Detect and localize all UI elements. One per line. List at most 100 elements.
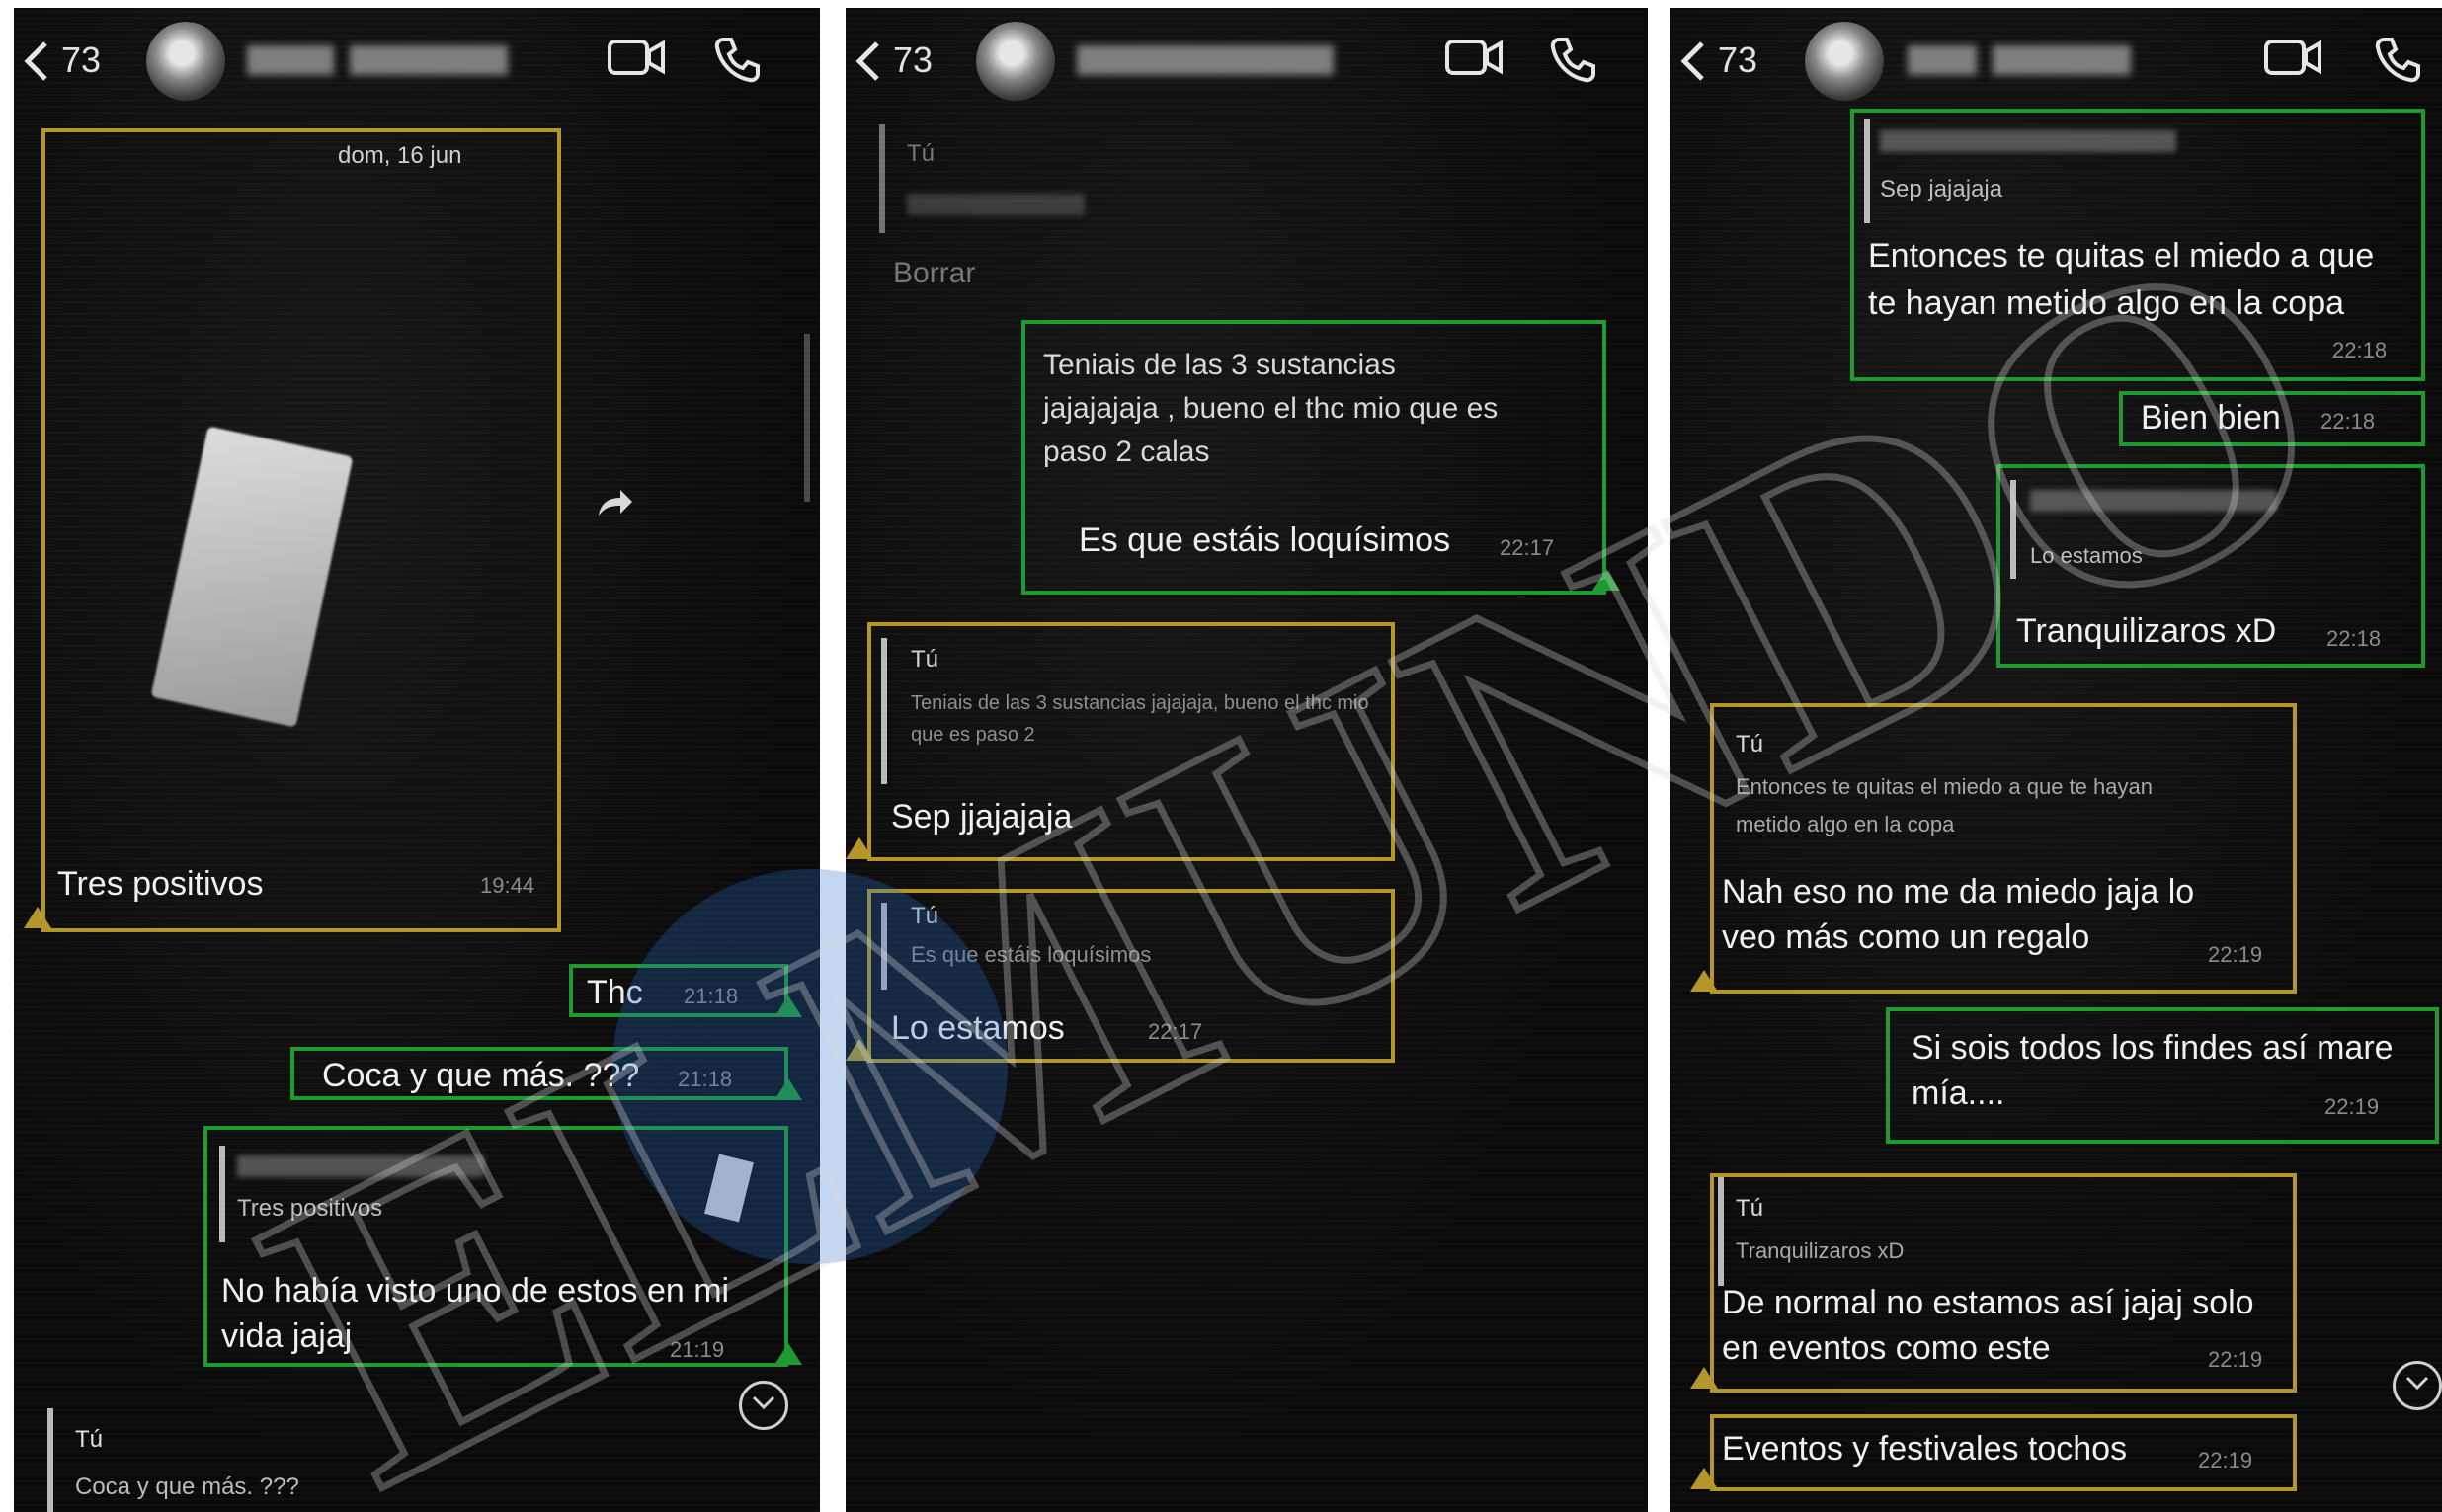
sent-reply-message[interactable]: Sep jajajaja Entonces te quitas el miedo… [1850,109,2425,381]
quoted-text: Sep jajajaja [1880,176,2003,202]
message-text: Sep jjajajaja [891,798,1073,836]
quoted-text: Es que estáis loquísimos [911,942,1152,967]
quoted-sender-blurred [2030,490,2277,512]
chat-header: 73 [1670,8,2442,107]
message-time: 22:18 [2326,626,2382,651]
chat-screenshot-2: 73 Tú Borrar Teniais de las 3 sustancias… [846,8,1648,1512]
quoted-sender-blurred [237,1155,484,1177]
image-caption: Tres positivos [57,865,264,903]
message-time: 22:19 [2198,1448,2253,1472]
message-time: 22:18 [2332,338,2388,362]
received-reply-message[interactable]: Tú Teniais de las 3 sustancias jajajaja,… [867,622,1395,861]
chat-header: 73 [14,8,820,107]
phone-icon[interactable] [713,36,761,83]
message-time: 22:17 [1148,1019,1203,1044]
message-time: 22:18 [2320,409,2376,434]
message-text: Lo estamos [891,1009,1065,1047]
message-time: 21:18 [684,984,739,1008]
quoted-sender: Tú [907,140,936,167]
received-reply-message[interactable]: Tú Tranquilizaros xD De normal no estamo… [1710,1173,2297,1393]
sent-reply-message[interactable]: Tres positivos No había visto uno de est… [204,1126,788,1367]
sent-message[interactable]: Thc 21:18 [569,964,788,1017]
image-message[interactable]: dom, 16 jun Tres positivos 19:44 [41,128,561,932]
quoted-sender: Tú [911,646,939,673]
quote-bar [879,124,885,233]
message-text-line-2: en eventos como este [1722,1329,2051,1367]
bubble-tail [1690,1468,1718,1489]
quoted-sender: Tú [1736,1195,1764,1222]
sent-message[interactable]: Bien bien 22:18 [2119,391,2425,446]
video-call-icon[interactable] [1444,36,1504,79]
quoted-sender: Tú [75,1426,104,1453]
scroll-down-button[interactable] [2393,1361,2442,1410]
message-text-line-4: Es que estáis loquísimos [1079,521,1451,559]
message-text-line-2: te hayan metido algo en la copa [1868,284,2345,322]
message-time: 21:18 [678,1067,733,1091]
forward-icon[interactable] [595,488,634,519]
quoted-photo-thumbnail [704,1154,754,1223]
bubble-tail [774,995,802,1017]
unread-count: 73 [893,40,934,80]
contact-name-blurred [1908,45,2147,79]
received-message[interactable]: Eventos y festivales tochos 22:19 [1710,1414,2297,1491]
chat-screenshot-3: 73 Sep jajajaja Entonces te quitas el mi… [1670,8,2442,1512]
deleted-message: Borrar [893,257,976,289]
bubble-tail [774,1078,802,1100]
quote-bar [47,1408,53,1512]
message-time: 22:19 [2324,1094,2380,1119]
test-strip [150,426,354,728]
quoted-text: Teniais de las 3 sustancias jajajaja, bu… [911,692,1369,746]
quote-bar [1718,1177,1724,1286]
back-button[interactable]: 73 [22,22,101,91]
bubble-tail [774,1343,802,1365]
date-label: dom, 16 jun [338,142,462,169]
avatar[interactable] [1805,22,1884,101]
test-photo[interactable] [49,182,553,952]
message-time: 21:19 [670,1337,725,1362]
message-text-line-1: Entonces te quitas el miedo a que [1868,237,2375,275]
back-button[interactable]: 73 [1678,22,1757,91]
bubble-tail [1690,970,1718,992]
chevron-left-icon [855,41,879,81]
quoted-text: Lo estamos [2030,543,2143,568]
scrollbar[interactable] [804,334,810,502]
message-text: Tranquilizaros xD [2016,612,2277,650]
quote-bar [219,1146,225,1242]
quote-bar [2010,480,2016,579]
sent-message[interactable]: Coca y que más. ??? 21:18 [290,1047,788,1100]
unread-count: 73 [61,40,102,80]
message-text-line-1: De normal no estamos así jajaj solo [1722,1284,2254,1321]
chat-header: 73 [846,8,1648,107]
quote-bar [881,638,887,784]
message-time: 22:17 [1500,535,1555,560]
message-text: Thc [587,974,643,1011]
avatar[interactable] [976,22,1055,101]
video-call-icon[interactable] [607,36,666,79]
bubble-tail [24,907,51,928]
sent-message[interactable]: Si sois todos los findes así mare mía...… [1886,1007,2439,1144]
phone-icon[interactable] [2374,36,2421,83]
quote-bar [881,903,887,990]
sent-reply-message[interactable]: Lo estamos Tranquilizaros xD 22:18 [1996,464,2425,668]
chevron-left-icon [1680,41,1704,81]
message-text-line-1: Nah eso no me da miedo jaja lo [1722,873,2195,911]
message-text: Bien bien [2141,399,2281,437]
sent-message[interactable]: Teniais de las 3 sustancias jajajajaja ,… [1021,320,1606,595]
quoted-text-blurred [907,194,1085,215]
chevron-down-icon [752,1395,775,1410]
quote-bar [1864,119,1870,223]
message-text: Coca y que más. ??? [322,1057,640,1094]
quoted-text: Coca y que más. ??? [75,1473,299,1500]
contact-name-blurred [1077,45,1349,79]
quoted-text-line-1: Entonces te quitas el miedo a que te hay… [1736,774,2153,799]
received-reply-message[interactable]: Tú Es que estáis loquísimos Lo estamos 2… [867,889,1395,1063]
back-button[interactable]: 73 [854,22,933,91]
message-text-line-2: jajajajaja , bueno el thc mio que es [1043,392,1499,425]
phone-icon[interactable] [1549,36,1596,83]
received-reply-message[interactable]: Tú Entonces te quitas el miedo a que te … [1710,703,2297,994]
unread-count: 73 [1718,40,1758,80]
contact-name-blurred [247,45,524,79]
video-call-icon[interactable] [2263,36,2322,79]
scroll-down-button[interactable] [739,1381,788,1430]
avatar[interactable] [146,22,225,101]
